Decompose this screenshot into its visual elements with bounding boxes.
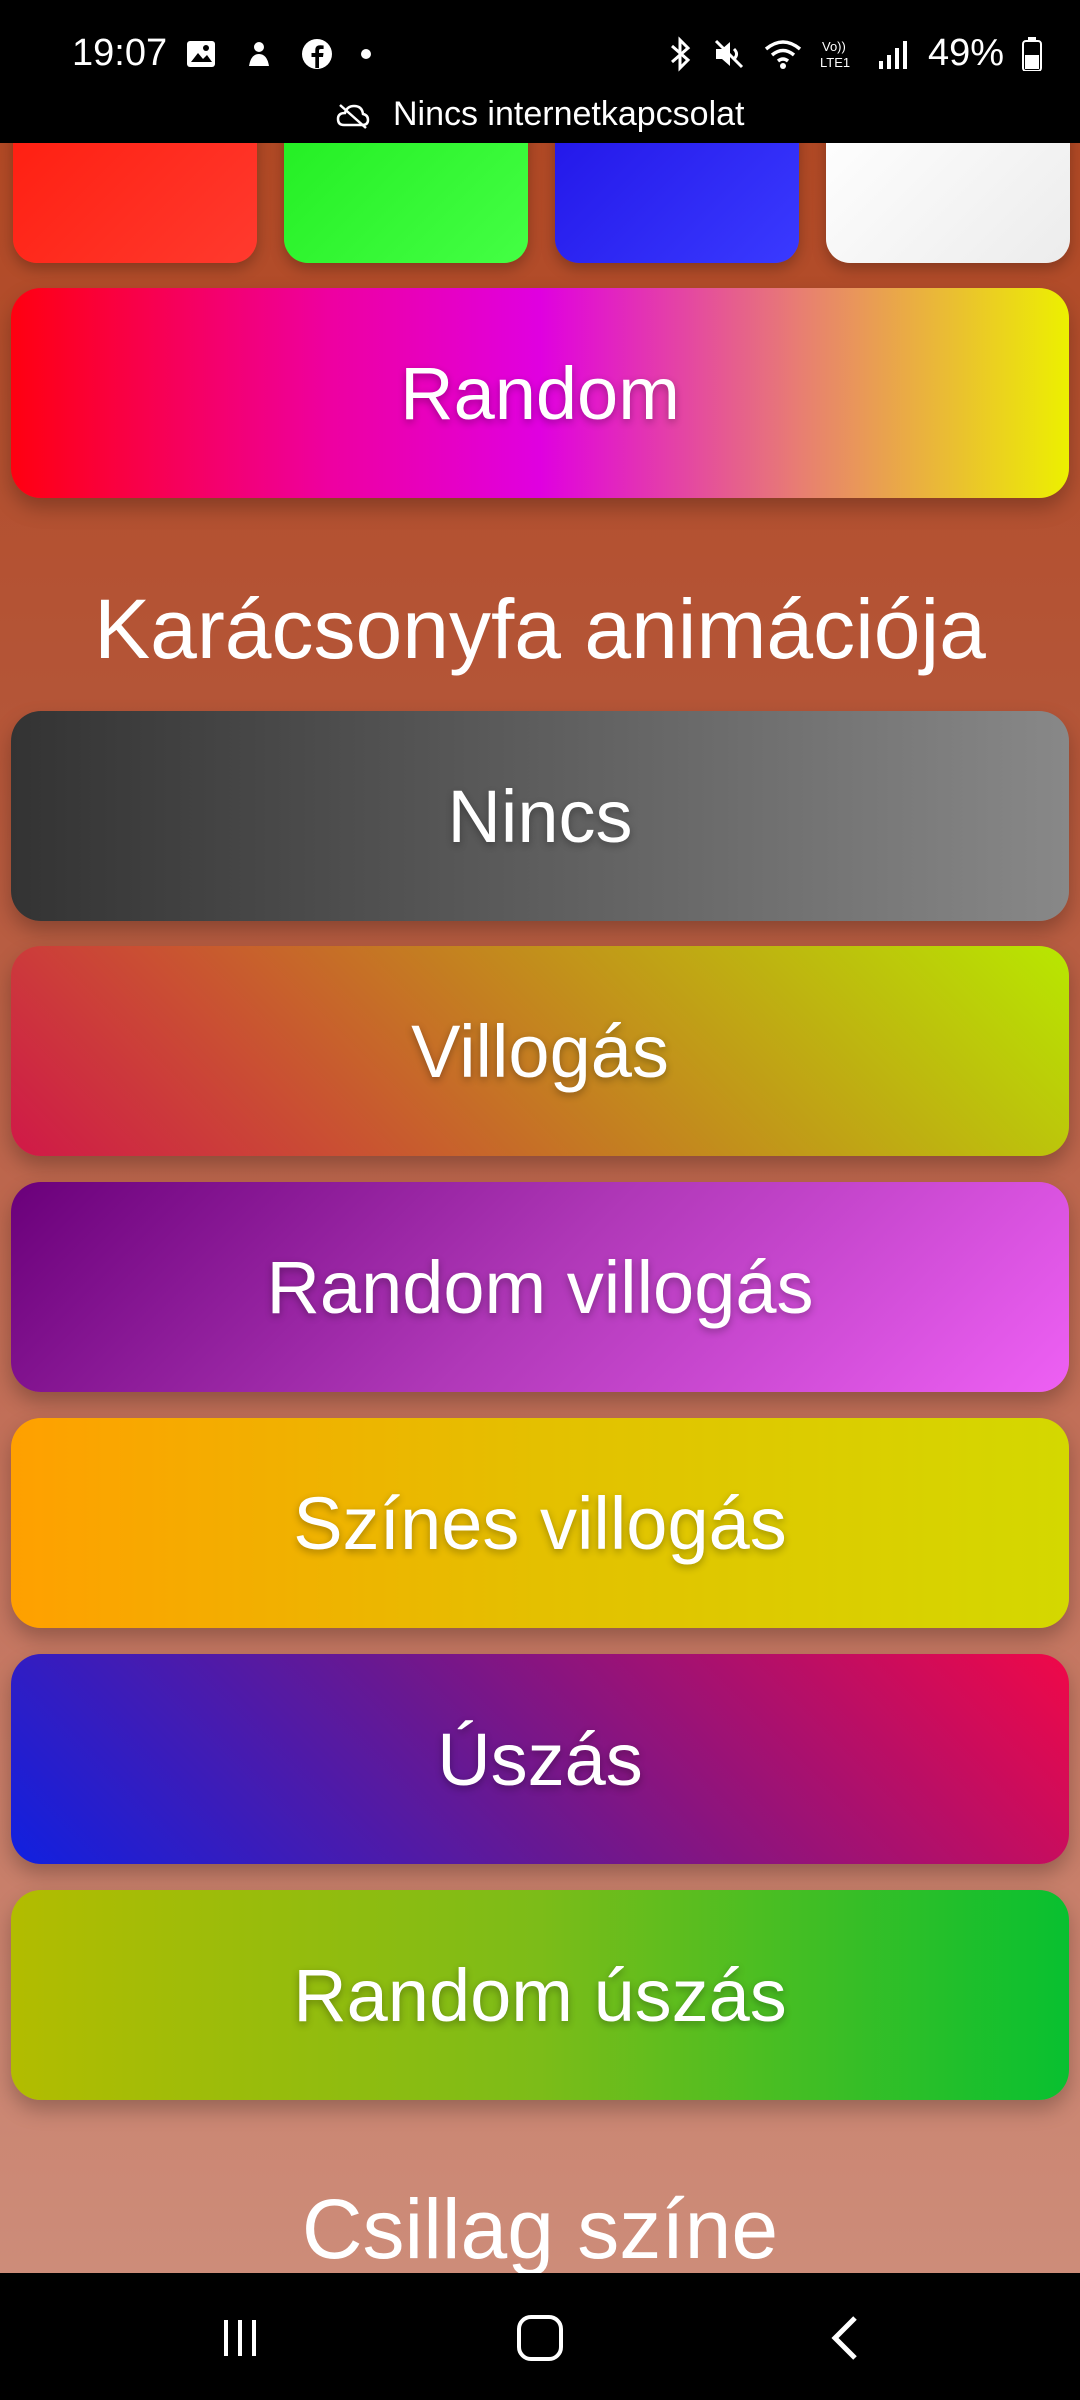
color-swatch-row [13,143,1070,263]
animation-none-label: Nincs [447,774,633,858]
animation-random-blink-button[interactable]: Random villogás [11,1182,1069,1392]
network-banner: Nincs internetkapcsolat [0,95,1080,134]
svg-text:LTE1: LTE1 [820,55,850,70]
signal-icon [878,40,907,69]
animation-color-blink-button[interactable]: Színes villogás [11,1418,1069,1628]
random-color-button[interactable]: Random [11,288,1069,498]
cloud-off-icon [336,104,369,129]
gallery-icon [187,41,215,67]
wifi-icon [764,39,802,69]
notification-icons [185,38,373,70]
battery-percentage: 49% [927,32,1004,74]
animation-color-blink-label: Színes villogás [293,1481,787,1565]
animation-none-button[interactable]: Nincs [11,711,1069,921]
animation-section-title: Karácsonyfa animációja [94,582,986,676]
volte-icon: Vo))LTE1 [820,39,850,70]
battery-icon [1022,36,1042,71]
back-icon[interactable] [800,2303,890,2373]
swatch-white[interactable] [826,143,1070,263]
facebook-icon [302,39,332,69]
animation-blink-label: Villogás [411,1009,669,1093]
swatch-blue[interactable] [555,143,799,263]
navigation-bar [0,2273,1080,2400]
status-right: Vo)) LTE1 49% [668,32,1042,75]
bluetooth-icon [670,35,691,72]
network-banner-text: Nincs internetkapcsolat [392,95,745,133]
animation-swim-button[interactable]: Úszás [11,1654,1069,1864]
animation-random-swim-label: Random úszás [293,1953,787,2037]
mute-icon [714,39,743,68]
status-bar: 19:07 Vo)) LTE1 49% Nincs internetkapcsol… [0,0,1080,143]
main-content[interactable]: Random Karácsonyfa animációja Nincs Vill… [0,143,1080,2273]
status-time: 19:07 [72,32,168,74]
animation-swim-label: Úszás [437,1717,643,1801]
app-notification-icon [249,42,269,66]
swatch-red[interactable] [13,143,257,263]
random-color-label: Random [400,351,680,435]
star-color-section-title: Csillag színe [301,2182,779,2273]
home-icon[interactable] [495,2303,585,2373]
animation-random-swim-button[interactable]: Random úszás [11,1890,1069,2100]
recent-apps-icon[interactable] [195,2303,285,2373]
svg-text:Vo)): Vo)) [822,39,846,54]
animation-random-blink-label: Random villogás [266,1245,814,1329]
animation-blink-button[interactable]: Villogás [11,946,1069,1156]
swatch-green[interactable] [284,143,528,263]
more-dot-icon [361,49,371,59]
